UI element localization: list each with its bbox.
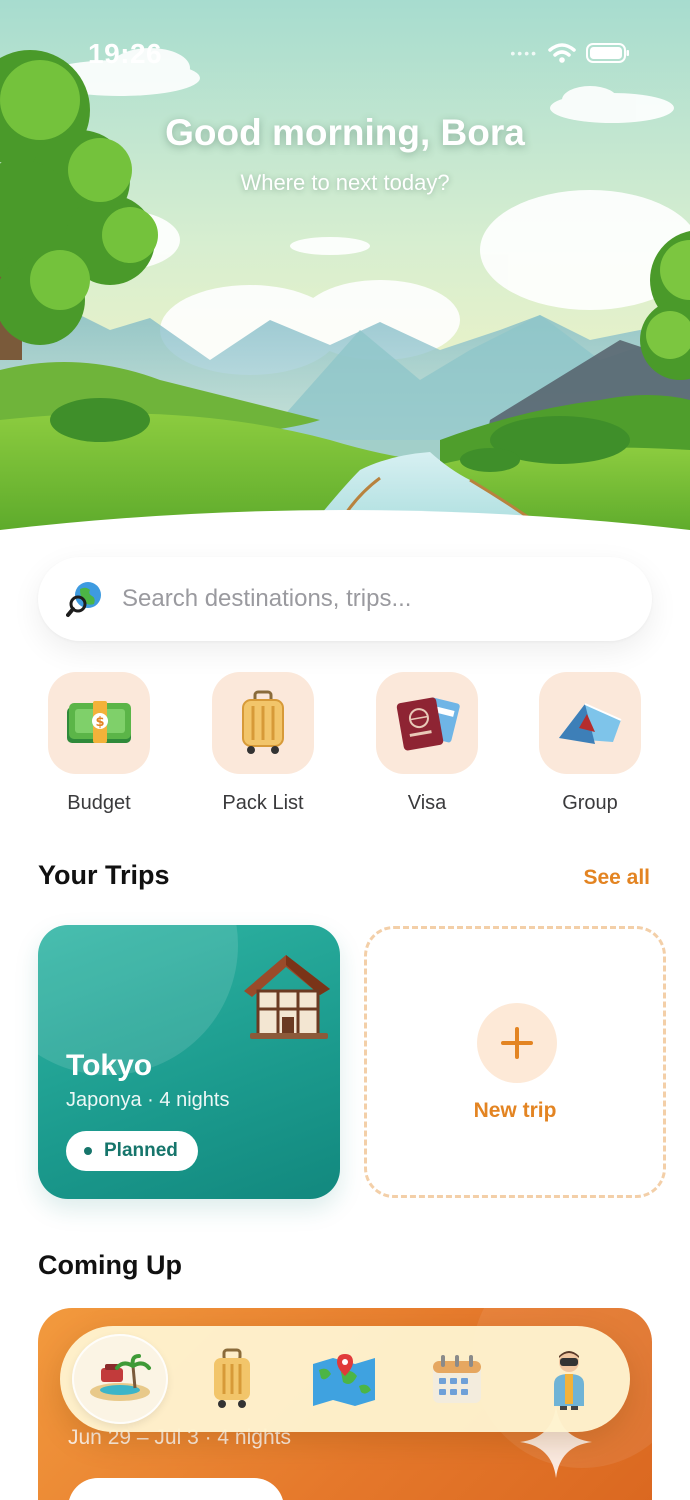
globe-search-icon [66,582,101,617]
search-bar[interactable] [38,557,652,641]
quick-action-tile[interactable] [539,672,641,774]
trip-city: Tokyo [66,1049,153,1082]
status-badge: Planned [66,1131,198,1171]
quick-action-tile[interactable] [376,672,478,774]
passport-icon [396,697,460,751]
nav-map[interactable] [295,1335,393,1423]
nav-profile[interactable] [520,1335,618,1423]
quick-action-label: Visa [407,792,447,814]
quick-action-group[interactable]: Group [538,672,642,815]
signal-dots-icon: •••• [510,45,538,61]
landscape-illustration [0,0,690,540]
greeting-subtitle: Where to next today? [240,170,450,195]
house-icon [244,955,330,1039]
trip-card-tokyo[interactable]: Tokyo Japonya · 4 nights Planned [38,925,340,1199]
wifi-icon [548,43,576,63]
map-icon [313,1354,375,1406]
status-dot [84,1147,92,1155]
status-badge-label: Planned [104,1140,178,1161]
search-input[interactable] [122,585,602,613]
bottom-navigation [60,1326,630,1432]
nav-calendar[interactable] [408,1335,506,1423]
quick-action-label: Group [562,792,618,814]
quick-action-tile[interactable]: $ [48,672,150,774]
status-indicators: •••• [510,42,630,64]
nav-home[interactable] [72,1334,168,1424]
hero-banner: 19:26 •••• Good morning, Bora Where to n… [0,0,690,540]
tent-icon [559,703,622,744]
svg-text:$: $ [95,715,104,730]
quick-action-pack-list[interactable]: Pack List [211,672,315,815]
quick-action-label: Budget [67,792,131,814]
quick-action-label: Pack List [222,792,304,814]
island-icon [90,1354,151,1401]
see-all-link[interactable]: See all [583,866,650,890]
quick-action-visa[interactable]: Visa [375,672,479,815]
new-trip-button[interactable]: New trip [364,926,666,1198]
calendar-icon [432,1355,481,1403]
battery-icon [586,43,629,63]
traveler-icon [554,1351,584,1410]
new-trip-label: New trip [473,1099,557,1122]
coming-up-action-button[interactable] [68,1478,284,1500]
coming-up-title: Coming Up [38,1250,182,1280]
suitcase-icon [242,690,284,754]
quick-action-budget[interactable]: $ Budget [47,672,151,815]
status-time: 19:26 [88,38,163,69]
nav-pack[interactable] [183,1335,281,1423]
your-trips-title: Your Trips [38,860,170,890]
greeting-title: Good morning, Bora [165,112,525,153]
quick-action-tile[interactable] [212,672,314,774]
suitcase-icon [213,1348,250,1408]
money-stack-icon: $ [67,701,131,743]
trip-meta: Japonya · 4 nights [66,1089,230,1111]
plus-icon [477,1003,557,1083]
